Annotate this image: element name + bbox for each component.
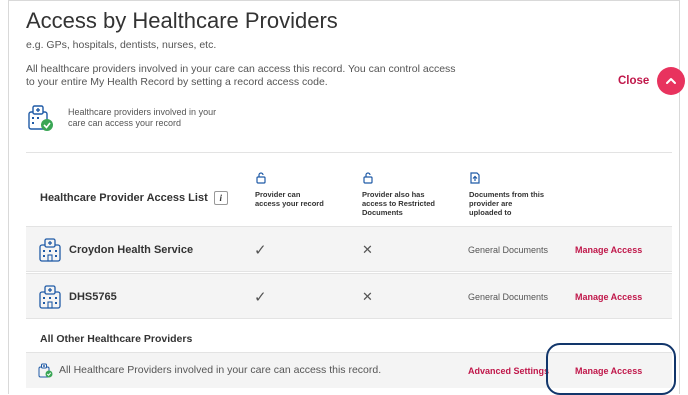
check-icon: ✓	[254, 289, 267, 306]
table-row: DHS5765 ✓ ✕ General Documents Manage Acc…	[26, 273, 672, 319]
info-icon[interactable]: i	[213, 191, 228, 205]
summary-text: Healthcare providers involved in your ca…	[68, 107, 217, 128]
page-subtitle: e.g. GPs, hospitals, dentists, nurses, e…	[26, 39, 217, 51]
advanced-settings-link[interactable]: Advanced Settings	[468, 366, 549, 376]
provider-name: DHS5765	[69, 291, 117, 303]
other-providers-title: All Other Healthcare Providers	[40, 333, 193, 345]
close-control[interactable]: Close	[618, 67, 686, 95]
cross-icon: ✕	[362, 242, 373, 257]
highlight-ring	[546, 343, 676, 395]
access-list-title: Healthcare Provider Access List i	[40, 191, 228, 205]
manage-access-link[interactable]: Manage Access	[575, 245, 642, 255]
table-row: Croydon Health Service ✓ ✕ General Docum…	[26, 226, 672, 272]
manage-access-link[interactable]: Manage Access	[575, 292, 642, 302]
documents-destination: General Documents	[468, 292, 549, 302]
hospital-icon	[39, 238, 61, 262]
other-providers-text: All Healthcare Providers involved in you…	[59, 364, 382, 376]
column-header-can-access: Provider can access your record	[255, 172, 325, 208]
hospital-check-icon	[28, 105, 53, 131]
hospital-check-icon	[38, 363, 53, 378]
provider-name: Croydon Health Service	[69, 244, 194, 256]
divider	[26, 152, 672, 153]
close-label[interactable]: Close	[618, 75, 649, 87]
check-icon: ✓	[254, 242, 267, 259]
unlock-icon	[256, 172, 266, 184]
column-header-label: Provider also has access to Restricted D…	[362, 190, 435, 217]
page-description: All healthcare providers involved in you…	[26, 63, 456, 88]
hospital-icon	[39, 285, 61, 309]
documents-destination: General Documents	[468, 245, 549, 255]
cross-icon: ✕	[362, 289, 373, 304]
close-button[interactable]	[657, 67, 686, 95]
chevron-up-icon	[666, 78, 677, 84]
unlock-icon	[363, 172, 373, 184]
document-upload-icon	[470, 172, 480, 184]
column-header-label: Provider can access your record	[255, 190, 324, 208]
column-header-restricted: Provider also has access to Restricted D…	[362, 172, 440, 217]
page-title: Access by Healthcare Providers	[26, 8, 338, 33]
column-header-documents: Documents from this provider are uploade…	[469, 172, 544, 217]
access-list-title-label: Healthcare Provider Access List	[40, 192, 208, 204]
column-header-label: Documents from this provider are uploade…	[469, 190, 545, 217]
